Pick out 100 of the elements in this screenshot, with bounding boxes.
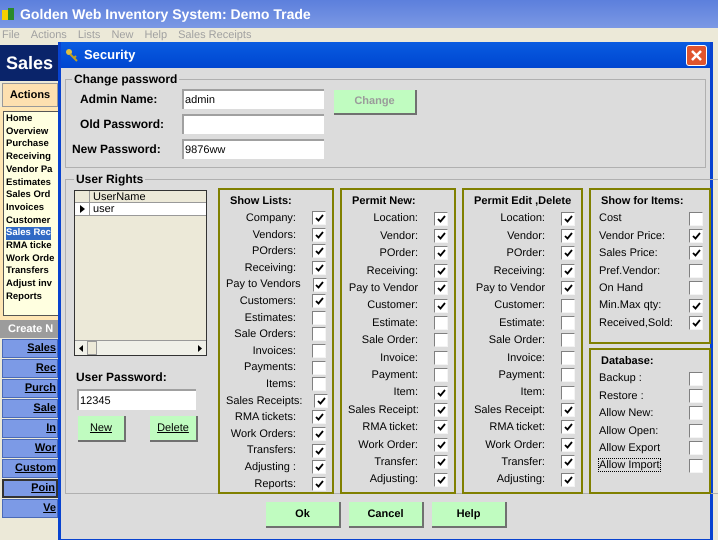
sidebar-item[interactable]: Invoices	[6, 202, 44, 215]
dialog-button[interactable]: Cancel	[349, 502, 424, 528]
text-field[interactable]	[182, 114, 324, 134]
create-button[interactable]: Wor	[2, 439, 58, 458]
scroll-right-icon[interactable]	[198, 344, 202, 352]
create-button[interactable]: Ve	[2, 499, 58, 518]
scroll-thumb[interactable]	[87, 341, 97, 355]
checkbox[interactable]	[434, 368, 448, 382]
checkbox[interactable]	[312, 427, 326, 442]
sidebar-item[interactable]: Receiving	[6, 151, 51, 164]
checkbox[interactable]	[312, 294, 326, 308]
checkbox[interactable]	[561, 298, 575, 313]
checkbox[interactable]	[689, 264, 703, 278]
checkbox[interactable]	[312, 261, 326, 276]
checkbox[interactable]	[312, 310, 326, 325]
checkbox[interactable]	[312, 278, 327, 292]
checkbox[interactable]	[689, 424, 703, 438]
checkbox[interactable]	[312, 460, 326, 474]
checkbox[interactable]	[434, 420, 448, 434]
checkbox[interactable]	[561, 368, 575, 382]
sidebar-item[interactable]: Estimates	[6, 176, 51, 190]
checkbox[interactable]	[689, 246, 703, 260]
sidebar-item[interactable]: Home	[6, 113, 32, 126]
horizontal-scrollbar[interactable]	[75, 340, 206, 355]
checkbox[interactable]	[561, 472, 575, 487]
sidebar-item[interactable]: Purchase	[6, 138, 49, 152]
checkbox[interactable]	[561, 386, 575, 400]
sidebar-item[interactable]: RMA ticke	[6, 240, 52, 253]
checkbox[interactable]	[689, 281, 703, 296]
checkbox[interactable]	[689, 389, 703, 404]
checkbox[interactable]	[312, 327, 326, 342]
grid-row[interactable]: user	[75, 203, 206, 216]
scroll-left-icon[interactable]	[79, 344, 83, 352]
sidebar-item[interactable]: Sales Ord	[6, 189, 50, 202]
sidebar-item[interactable]: Sales Rec	[6, 227, 51, 240]
close-button[interactable]	[686, 44, 707, 66]
dialog-button[interactable]: Help	[432, 502, 507, 528]
sidebar-tab[interactable]: Actions	[2, 83, 58, 107]
sidebar-item[interactable]: Work Orde	[6, 252, 54, 266]
checkbox[interactable]	[561, 420, 575, 434]
user-button[interactable]: New	[78, 416, 126, 442]
checkbox[interactable]	[312, 228, 326, 242]
checkbox[interactable]	[434, 264, 448, 278]
checkbox[interactable]	[561, 455, 575, 470]
checkbox[interactable]	[434, 316, 448, 330]
text-field[interactable]: admin	[182, 88, 324, 108]
checkbox[interactable]	[434, 333, 448, 348]
checkbox[interactable]	[434, 212, 448, 226]
checkbox[interactable]	[434, 455, 448, 470]
checkbox[interactable]	[434, 281, 448, 296]
checkbox[interactable]	[312, 377, 326, 392]
create-button[interactable]: Sales	[2, 339, 58, 358]
checkbox[interactable]	[434, 298, 448, 313]
checkbox[interactable]	[434, 438, 448, 452]
create-button[interactable]: Custom	[2, 459, 58, 478]
checkbox[interactable]	[689, 441, 703, 456]
sidebar-item[interactable]: Transfers	[6, 265, 49, 278]
text-field[interactable]: 9876ww	[182, 138, 324, 158]
checkbox[interactable]	[689, 458, 703, 473]
checkbox[interactable]	[561, 402, 575, 417]
checkbox[interactable]	[434, 402, 448, 417]
checkbox[interactable]	[434, 386, 448, 400]
create-button[interactable]: Purch	[2, 379, 58, 398]
create-button[interactable]: Poin	[2, 479, 58, 498]
checkbox[interactable]	[689, 229, 703, 244]
sidebar-item[interactable]: Adjust inv	[6, 278, 52, 291]
checkbox[interactable]	[312, 410, 326, 424]
checkbox[interactable]	[312, 360, 326, 375]
checkbox[interactable]	[561, 212, 575, 226]
checkbox[interactable]	[561, 333, 575, 348]
checkbox[interactable]	[312, 476, 326, 491]
checkbox[interactable]	[561, 281, 575, 296]
checkbox[interactable]	[561, 229, 575, 244]
sidebar-item[interactable]: Reports	[6, 290, 42, 304]
checkbox[interactable]	[312, 444, 326, 458]
checkbox[interactable]	[561, 264, 575, 278]
user-button[interactable]: Delete	[150, 416, 198, 442]
checkbox[interactable]	[689, 406, 703, 420]
checkbox[interactable]	[314, 394, 328, 408]
checkbox[interactable]	[312, 211, 326, 226]
create-button[interactable]: Sale	[2, 399, 58, 418]
checkbox[interactable]	[561, 350, 575, 365]
checkbox[interactable]	[434, 246, 448, 260]
checkbox[interactable]	[312, 344, 326, 358]
dialog-button[interactable]: Ok	[266, 502, 341, 528]
checkbox[interactable]	[434, 229, 448, 244]
sidebar-item[interactable]: Overview	[6, 126, 48, 138]
checkbox[interactable]	[689, 316, 703, 330]
checkbox[interactable]	[689, 372, 703, 386]
checkbox[interactable]	[312, 244, 326, 258]
checkbox[interactable]	[434, 472, 448, 487]
create-button[interactable]: In	[2, 419, 58, 438]
sidebar-item[interactable]: Vendor Pa	[6, 164, 52, 177]
create-button[interactable]: Rec	[2, 359, 58, 378]
checkbox[interactable]	[434, 350, 448, 365]
checkbox[interactable]	[689, 298, 703, 313]
checkbox[interactable]	[561, 246, 575, 260]
sidebar-item[interactable]: Customer	[6, 214, 50, 228]
checkbox[interactable]	[561, 438, 575, 452]
password-field[interactable]: 12345	[77, 389, 196, 410]
